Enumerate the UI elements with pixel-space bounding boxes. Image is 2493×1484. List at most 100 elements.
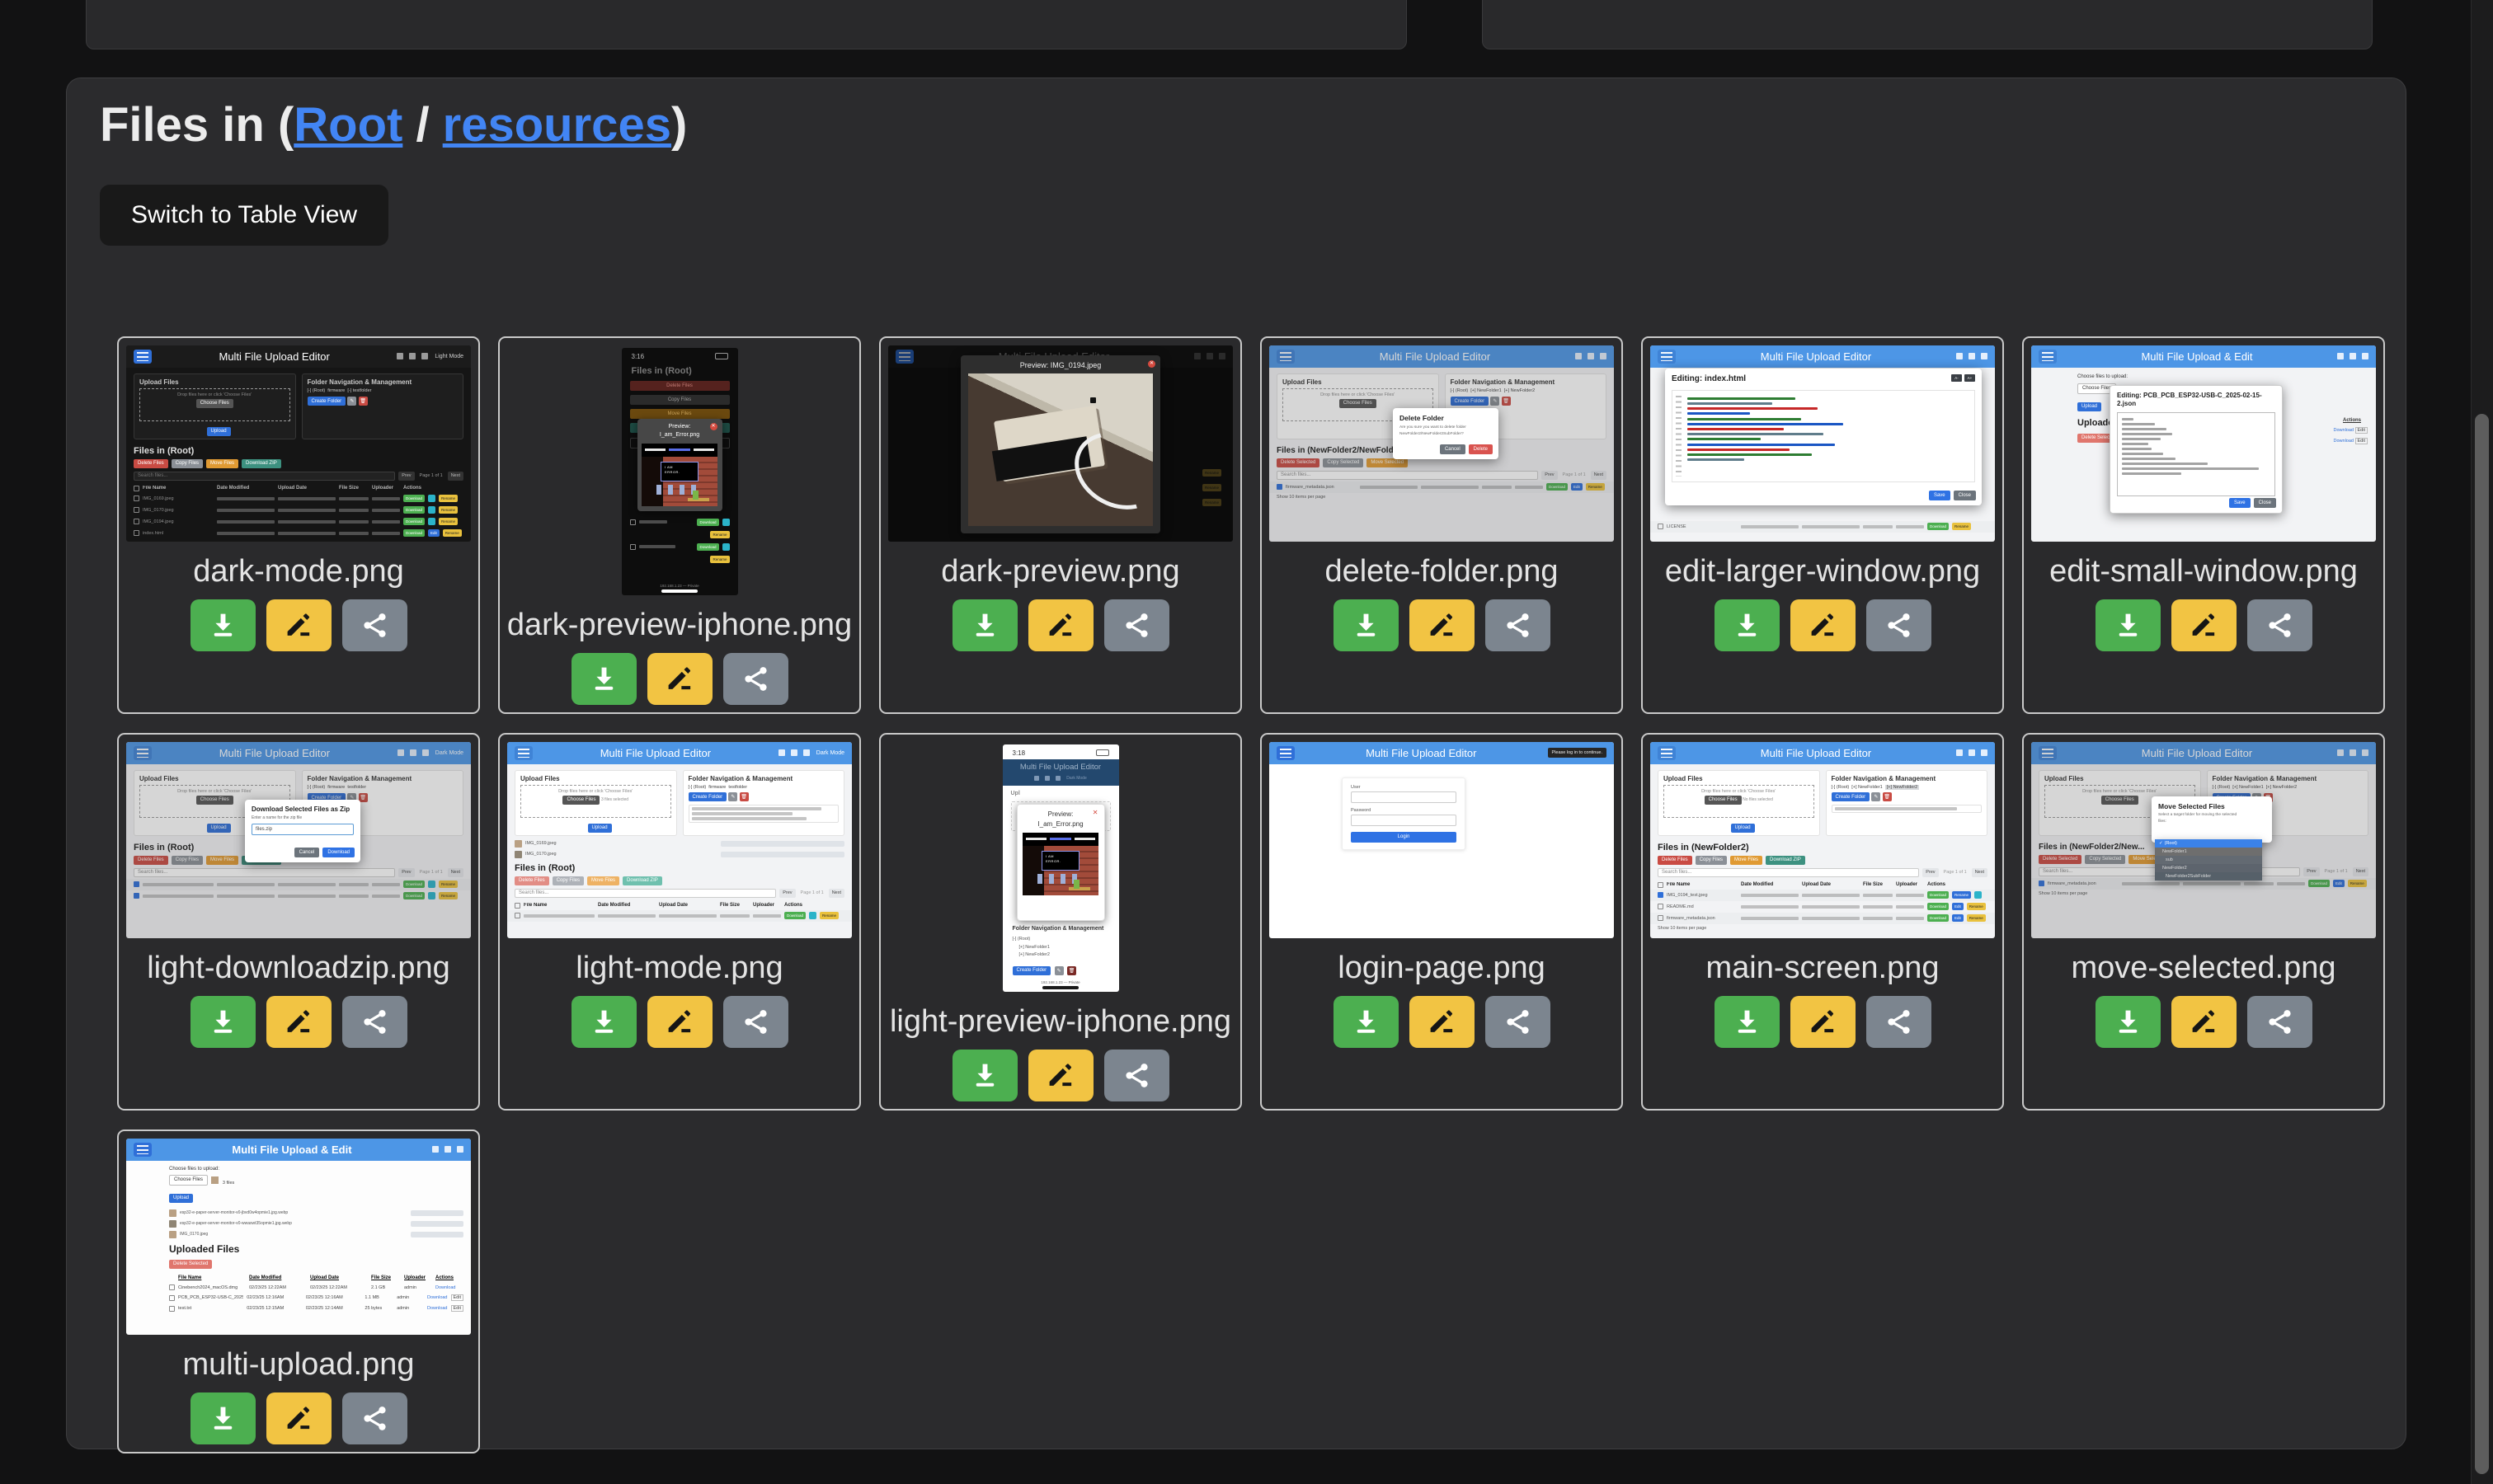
thumb-search: Search files... bbox=[134, 472, 395, 481]
edit-button[interactable] bbox=[266, 599, 332, 651]
download-button[interactable] bbox=[953, 599, 1018, 651]
zip-name-input: files.zip bbox=[252, 824, 354, 835]
edit-button[interactable] bbox=[647, 996, 713, 1048]
preview-game-image: I AMERROR. bbox=[642, 444, 717, 506]
file-thumbnail[interactable]: Multi File Upload Editor LICENSEDownload… bbox=[1650, 345, 1995, 542]
download-button[interactable] bbox=[1715, 996, 1780, 1048]
title-suffix: ) bbox=[671, 98, 687, 152]
page: Files in (Root / resources) Switch to Ta… bbox=[0, 0, 2493, 1484]
top-panel-left bbox=[86, 0, 1407, 49]
edit-button[interactable] bbox=[1790, 599, 1856, 651]
preview-modal: ✕ Preview:I_am_Error.png I AMERROR. bbox=[1017, 804, 1105, 921]
move-modal: Move Selected Files Select a target fold… bbox=[2152, 796, 2272, 843]
file-thumbnail[interactable]: Multi File Upload Editor Upload FilesDro… bbox=[1650, 742, 1995, 938]
file-card-main-screen: Multi File Upload Editor Upload FilesDro… bbox=[1641, 733, 2004, 1111]
edit-button[interactable] bbox=[647, 653, 713, 705]
download-button[interactable] bbox=[572, 653, 637, 705]
thumb-app-header: Multi File Upload Editor Dark Mode bbox=[1003, 759, 1119, 786]
thumb-mode-toggle: Light Mode bbox=[435, 354, 463, 359]
file-thumbnail[interactable]: Multi File Upload EditorLight Mode Uploa… bbox=[126, 345, 471, 542]
download-button[interactable] bbox=[1715, 599, 1780, 651]
share-button[interactable] bbox=[1104, 1050, 1169, 1101]
scrollbar-track[interactable] bbox=[2471, 0, 2493, 1484]
download-button[interactable] bbox=[191, 996, 256, 1048]
file-card-edit-small-window: Multi File Upload & Edit Choose files to… bbox=[2022, 336, 2385, 714]
download-button[interactable] bbox=[1334, 599, 1399, 651]
thumb-app-title: Multi File Upload Editor bbox=[539, 747, 772, 759]
edit-button[interactable] bbox=[1790, 996, 1856, 1048]
file-thumbnail[interactable]: Multi File Upload Editor Upload FilesDro… bbox=[2031, 742, 2376, 938]
file-thumbnail[interactable]: Multi File Upload EditorPlease log in to… bbox=[1269, 742, 1614, 938]
edit-button[interactable] bbox=[1028, 599, 1094, 651]
thumb-section-title: Uploaded Files bbox=[126, 1240, 471, 1255]
download-button[interactable] bbox=[572, 996, 637, 1048]
menu-icon bbox=[1658, 350, 1676, 364]
thumb-status-time: 3:18 bbox=[1013, 749, 1026, 757]
file-thumbnail[interactable]: Multi File Upload Editor Upload FilesDro… bbox=[1269, 345, 1614, 542]
share-button[interactable] bbox=[342, 996, 407, 1048]
file-name: move-selected.png bbox=[2071, 951, 2335, 986]
download-button[interactable] bbox=[191, 599, 256, 651]
file-card-dark-mode: Multi File Upload EditorLight Mode Uploa… bbox=[117, 336, 480, 714]
file-thumbnail[interactable]: 3:16 Files in (Root) Delete Files Copy F… bbox=[622, 348, 738, 595]
download-button[interactable] bbox=[1334, 996, 1399, 1048]
close-icon: ✕ bbox=[1093, 809, 1098, 816]
menu-icon bbox=[1658, 746, 1676, 760]
thumb-app-title: Multi File Upload Editor bbox=[1682, 350, 1950, 363]
menu-icon bbox=[134, 1143, 152, 1157]
file-thumbnail[interactable]: Multi File Upload EditorDark Mode Upload… bbox=[126, 742, 471, 938]
thumb-app-title: Multi File Upload Editor bbox=[1682, 747, 1950, 759]
download-button[interactable] bbox=[2096, 599, 2161, 651]
share-button[interactable] bbox=[723, 653, 788, 705]
page-title: Files in (Root / resources) bbox=[100, 98, 2406, 153]
thumb-login-button: Login bbox=[1351, 832, 1456, 843]
share-button[interactable] bbox=[2247, 996, 2312, 1048]
file-grid: Multi File Upload Editor Light Mode Uploa… bbox=[117, 336, 2406, 1453]
download-button[interactable] bbox=[953, 1050, 1018, 1101]
file-thumbnail[interactable]: 3:18 Multi File Upload Editor Dark Mode … bbox=[1003, 744, 1119, 992]
edit-button[interactable] bbox=[1409, 996, 1475, 1048]
thumb-upload-panel-title: Upload Files bbox=[139, 378, 179, 386]
download-button[interactable] bbox=[191, 1392, 256, 1444]
share-button[interactable] bbox=[342, 599, 407, 651]
share-button[interactable] bbox=[1104, 599, 1169, 651]
file-name: dark-preview.png bbox=[941, 554, 1179, 589]
share-button[interactable] bbox=[1866, 996, 1931, 1048]
share-button[interactable] bbox=[342, 1392, 407, 1444]
switch-table-view-button[interactable]: Switch to Table View bbox=[100, 185, 388, 246]
share-button[interactable] bbox=[2247, 599, 2312, 651]
delete-folder-modal: Delete Folder Are you sure you want to d… bbox=[1393, 408, 1498, 459]
file-thumbnail[interactable]: Multi File Upload EditorDark Mode Upload… bbox=[507, 742, 852, 938]
file-thumbnail[interactable]: Multi File Upload & Edit Choose files to… bbox=[2031, 345, 2376, 542]
breadcrumb-resources-link[interactable]: resources bbox=[443, 98, 671, 152]
file-name: login-page.png bbox=[1338, 951, 1545, 986]
file-name: delete-folder.png bbox=[1324, 554, 1558, 589]
file-thumbnail[interactable]: Multi File Upload Editor RenameRenameRen… bbox=[888, 345, 1233, 542]
top-panel-right bbox=[1482, 0, 2373, 49]
downloadzip-modal: Download Selected Files as Zip Enter a n… bbox=[245, 800, 360, 862]
thumb-url-bar: 192.168.1.23 — Private bbox=[1003, 980, 1119, 984]
file-name: multi-upload.png bbox=[183, 1347, 415, 1383]
edit-button[interactable] bbox=[2171, 599, 2237, 651]
share-button[interactable] bbox=[723, 996, 788, 1048]
share-button[interactable] bbox=[1866, 599, 1931, 651]
share-button[interactable] bbox=[1485, 996, 1550, 1048]
share-button[interactable] bbox=[1485, 599, 1550, 651]
file-card-dark-preview-iphone: 3:16 Files in (Root) Delete Files Copy F… bbox=[498, 336, 861, 714]
download-button[interactable] bbox=[2096, 996, 2161, 1048]
file-card-multi-upload: Multi File Upload & Edit Choose files to… bbox=[117, 1129, 480, 1453]
edit-button[interactable] bbox=[1409, 599, 1475, 651]
thumb-section-title: Files in (Root) bbox=[126, 443, 471, 458]
file-card-light-mode: Multi File Upload EditorDark Mode Upload… bbox=[498, 733, 861, 1111]
breadcrumb-root-link[interactable]: Root bbox=[294, 98, 402, 152]
edit-button[interactable] bbox=[1028, 1050, 1094, 1101]
thumb-login-form: User Password Login bbox=[1342, 777, 1465, 850]
edit-button[interactable] bbox=[266, 1392, 332, 1444]
battery-icon bbox=[1096, 749, 1109, 756]
edit-button[interactable] bbox=[266, 996, 332, 1048]
file-thumbnail[interactable]: Multi File Upload & Edit Choose files to… bbox=[126, 1139, 471, 1335]
edit-button[interactable] bbox=[2171, 996, 2237, 1048]
scrollbar-thumb[interactable] bbox=[2475, 414, 2489, 1474]
code-editor bbox=[1672, 390, 1975, 482]
thumb-app-title: Multi File Upload & Edit bbox=[2063, 350, 2331, 363]
